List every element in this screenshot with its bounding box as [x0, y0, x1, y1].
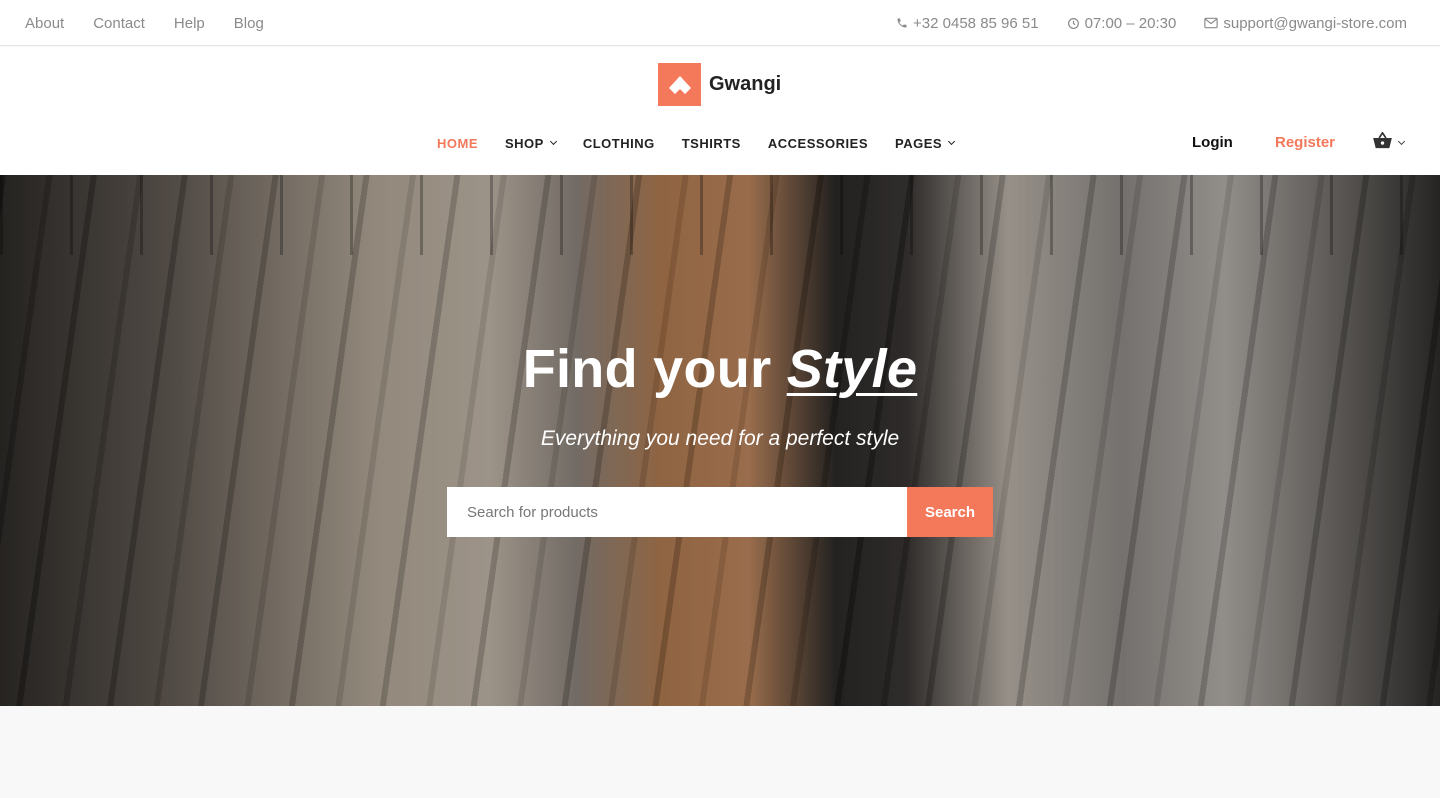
chevron-down-icon	[1397, 137, 1406, 146]
top-link-about[interactable]: About	[25, 15, 64, 32]
support-email[interactable]: support@gwangi-store.com	[1223, 15, 1407, 32]
nav-pages[interactable]: PAGES	[895, 135, 956, 151]
top-link-contact[interactable]: Contact	[93, 15, 145, 32]
nav-home-label: HOME	[437, 135, 478, 151]
basket-icon	[1372, 131, 1393, 154]
phone-icon	[896, 17, 908, 29]
nav-home[interactable]: HOME	[437, 136, 478, 151]
nav-shop-label: SHOP	[505, 135, 544, 151]
email-info: support@gwangi-store.com	[1204, 15, 1407, 32]
nav-clothing-label: CLOTHING	[582, 135, 655, 151]
search-input[interactable]	[447, 487, 907, 537]
chevron-down-icon	[549, 137, 557, 146]
phone-number[interactable]: +32 0458 85 96 51	[913, 15, 1039, 32]
site-header: Gwangi HOME SHOP CLOTHING TSHIRTS ACCESS…	[0, 47, 1440, 175]
hero-title: Find your Style	[0, 338, 1440, 400]
nav-tshirts-label: TSHIRTS	[681, 135, 741, 151]
search-button[interactable]: Search	[907, 487, 993, 537]
brand-name: Gwangi	[709, 73, 782, 95]
cart-button[interactable]	[1372, 131, 1406, 154]
nav-accessories[interactable]: ACCESSORIES	[768, 136, 868, 151]
hours-info: 07:00 – 20:30	[1067, 14, 1177, 32]
top-link-blog[interactable]: Blog	[234, 15, 264, 32]
nav-accessories-label: ACCESSORIES	[767, 135, 868, 151]
clock-icon	[1067, 17, 1080, 30]
logo-mark-icon	[658, 63, 701, 106]
top-links: About Contact Help Blog	[25, 0, 264, 46]
nav-clothing[interactable]: CLOTHING	[583, 136, 655, 151]
hero-subtitle: Everything you need for a perfect style	[540, 427, 900, 450]
opening-hours: 07:00 – 20:30	[1084, 14, 1177, 32]
nav-pages-label: PAGES	[895, 135, 943, 151]
brand-logo[interactable]: Gwangi	[658, 63, 781, 106]
nav-shop[interactable]: SHOP	[505, 135, 557, 151]
contact-info: +32 0458 85 96 51 07:00 – 20:30 support@…	[896, 0, 1407, 46]
login-link[interactable]: Login	[1192, 134, 1233, 151]
phone-info: +32 0458 85 96 51	[896, 15, 1039, 32]
envelope-icon	[1204, 17, 1219, 29]
top-bar: About Contact Help Blog +32 0458 85 96 5…	[0, 0, 1440, 46]
hero-title-prefix: Find your	[522, 339, 787, 399]
chevron-down-icon	[948, 137, 956, 146]
nav-tshirts[interactable]: TSHIRTS	[682, 136, 741, 151]
hero-banner: Find your Style Everything you need for …	[0, 175, 1440, 706]
register-link[interactable]: Register	[1275, 134, 1335, 151]
top-link-help[interactable]: Help	[174, 15, 205, 32]
hero-title-accent: Style	[786, 339, 918, 399]
main-nav: HOME SHOP CLOTHING TSHIRTS ACCESSORIES P…	[437, 134, 956, 152]
product-search-form: Search	[447, 487, 993, 537]
